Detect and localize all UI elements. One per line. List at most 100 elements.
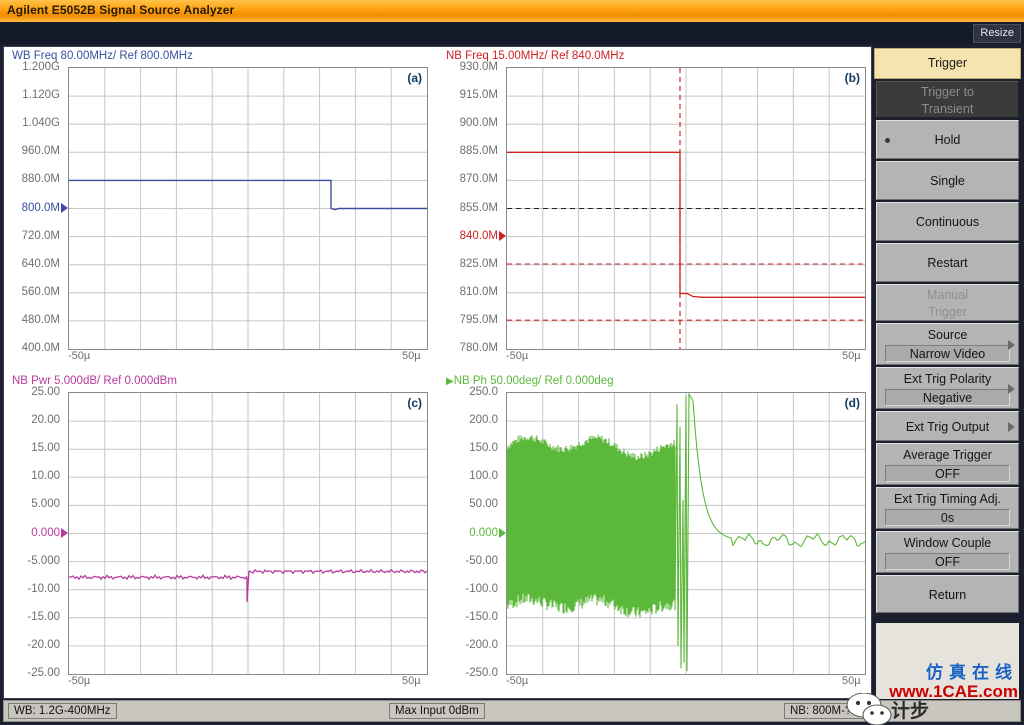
status-bar: WB: 1.2G-400MHz Max Input 0dBm NB: 800M-… xyxy=(3,700,1021,722)
pane-d-corner-label: (d) xyxy=(844,396,860,410)
status-max-input: Max Input 0dBm xyxy=(389,703,485,719)
softkey-label: Window Couple xyxy=(903,536,992,550)
pane-c-ytick: -25.00 xyxy=(27,667,60,679)
softkey-window-couple[interactable]: Window Couple OFF xyxy=(876,531,1019,573)
softkey-label: Single xyxy=(930,174,965,188)
softkey-menu-tail xyxy=(876,623,1019,699)
pane-a-ytick: 1.040G xyxy=(22,117,60,130)
pane-b-plot[interactable]: (b) xyxy=(506,67,866,350)
pane-d-ref-marker-icon xyxy=(499,527,506,538)
pane-b-ytick: 825.0M xyxy=(459,257,498,270)
softkey-return[interactable]: Return xyxy=(876,575,1019,613)
softkey-label: Manual Trigger xyxy=(927,288,968,319)
application-window: Agilent E5052B Signal Source Analyzer Re… xyxy=(0,0,1024,725)
pane-d-ytick: 50.00 xyxy=(469,498,498,511)
pane-d-ytick: 0.000 xyxy=(469,526,498,539)
softkey-label: Ext Trig Timing Adj. xyxy=(894,492,1001,506)
pane-d-ytick: -100.0 xyxy=(465,582,498,595)
softkey-label: Source xyxy=(927,328,968,342)
chevron-right-icon xyxy=(1008,340,1015,350)
pane-a-ytick: 720.0M xyxy=(21,229,60,242)
chevron-right-icon xyxy=(1008,422,1015,432)
pane-c-ytick: 25.00 xyxy=(31,386,60,398)
pane-a-ytick: 640.0M xyxy=(21,257,60,270)
softkey-value[interactable]: Narrow Video xyxy=(885,345,1010,362)
pane-c: NB Pwr 5.000dB/ Ref 0.000dBm 25.00 20.00 1… xyxy=(4,372,438,698)
softkey-source[interactable]: Source Narrow Video xyxy=(876,323,1019,365)
softkey-value[interactable]: OFF xyxy=(885,465,1010,482)
softkey-ext-trig-output[interactable]: Ext Trig Output xyxy=(876,411,1019,441)
pane-b-ytick: 885.0M xyxy=(459,145,498,158)
softkey-label: Return xyxy=(928,588,967,602)
pane-b: NB Freq 15.00MHz/ Ref 840.0MHz 930.0M 915… xyxy=(438,47,871,372)
softkey-average-trigger[interactable]: Average Trigger OFF xyxy=(876,443,1019,485)
pane-b-svg xyxy=(507,68,865,349)
pane-b-corner-label: (b) xyxy=(844,71,860,85)
pane-d-ytick: -250.0 xyxy=(465,667,498,679)
pane-c-ytick: -20.00 xyxy=(27,638,60,651)
pane-a-ytick: 880.0M xyxy=(21,173,60,186)
pane-d-ytick: -150.0 xyxy=(465,610,498,623)
softkey-hold[interactable]: Hold xyxy=(876,120,1019,159)
pane-a-ytick: 1.120G xyxy=(22,89,60,102)
status-wb-range: WB: 1.2G-400MHz xyxy=(8,703,117,719)
pane-b-ytick: 795.0M xyxy=(459,313,498,326)
pane-a-xtick-min: -50µ xyxy=(68,350,91,362)
resize-button[interactable]: Resize xyxy=(973,24,1021,43)
title-bar: Agilent E5052B Signal Source Analyzer xyxy=(0,0,1024,23)
softkey-value[interactable]: OFF xyxy=(885,553,1010,570)
softkey-restart[interactable]: Restart xyxy=(876,243,1019,282)
pane-c-corner-label: (c) xyxy=(407,396,422,410)
pane-c-svg xyxy=(69,393,427,674)
pane-b-ytick: 780.0M xyxy=(459,342,498,354)
menu-bar: Resize xyxy=(0,22,1024,44)
pane-c-xtick-max: 50µ xyxy=(402,675,421,687)
softkey-label: Ext Trig Output xyxy=(905,420,990,434)
pane-d-xtick-min: -50µ xyxy=(506,675,529,687)
pane-b-ytick: 840.0M xyxy=(459,229,498,242)
pane-b-ytick: 870.0M xyxy=(459,173,498,186)
pane-c-ytick: 15.00 xyxy=(31,442,60,455)
softkey-menu-header: Trigger xyxy=(874,48,1021,79)
softkey-value[interactable]: 0s xyxy=(885,509,1010,526)
softkey-ext-trig-polarity[interactable]: Ext Trig Polarity Negative xyxy=(876,367,1019,409)
softkey-ext-trig-timing-adj[interactable]: Ext Trig Timing Adj. 0s xyxy=(876,487,1019,529)
pane-d-plot[interactable]: (d) xyxy=(506,392,866,675)
pane-a-ytick: 400.0M xyxy=(21,342,60,354)
pane-b-xtick-min: -50µ xyxy=(506,350,529,362)
pane-c-ytick: -5.000 xyxy=(27,554,60,567)
softkey-manual-trigger[interactable]: Manual Trigger xyxy=(876,284,1019,321)
softkey-continuous[interactable]: Continuous xyxy=(876,202,1019,241)
pane-c-xtick-min: -50µ xyxy=(68,675,91,687)
pane-c-trace-segment xyxy=(69,574,248,581)
pane-d-xtick-max: 50µ xyxy=(842,675,861,687)
pane-c-ytick: -10.00 xyxy=(27,582,60,595)
pane-d-ytick: 200.0 xyxy=(469,414,498,427)
softkey-label: Trigger to Transient xyxy=(920,85,975,116)
softkey-label: Restart xyxy=(927,256,968,270)
pane-c-trace-segment xyxy=(250,568,427,575)
pane-b-ytick: 915.0M xyxy=(459,89,498,102)
pane-c-plot[interactable]: (c) xyxy=(68,392,428,675)
softkey-value[interactable]: Negative xyxy=(885,389,1010,406)
chevron-right-icon xyxy=(1008,384,1015,394)
pane-c-ytick: 10.00 xyxy=(31,470,60,483)
pane-b-xtick-max: 50µ xyxy=(842,350,861,362)
status-nb-range: NB: 800M-?MHz xyxy=(784,703,881,719)
pane-b-ytick: 900.0M xyxy=(459,117,498,130)
softkey-trigger-to-transient[interactable]: Trigger to Transient xyxy=(876,81,1019,118)
pane-a-ytick: 560.0M xyxy=(21,285,60,298)
pane-d: ▶NB Ph 50.00deg/ Ref 0.000deg 250.0 200.0… xyxy=(438,372,871,698)
softkey-label: Continuous xyxy=(915,215,980,229)
pane-c-ytick: 5.000 xyxy=(31,498,60,511)
selected-indicator-icon xyxy=(885,138,890,143)
pane-d-svg xyxy=(507,393,865,674)
pane-c-ref-marker-icon xyxy=(61,527,68,538)
pane-a-svg xyxy=(69,68,427,349)
pane-a-ytick: 800.0M xyxy=(21,201,60,214)
pane-d-ytick: 150.0 xyxy=(469,442,498,455)
softkey-single[interactable]: Single xyxy=(876,161,1019,200)
pane-b-ytick: 810.0M xyxy=(459,285,498,298)
pane-a-plot[interactable]: (a) xyxy=(68,67,428,350)
softkey-label: Ext Trig Polarity xyxy=(903,372,992,386)
